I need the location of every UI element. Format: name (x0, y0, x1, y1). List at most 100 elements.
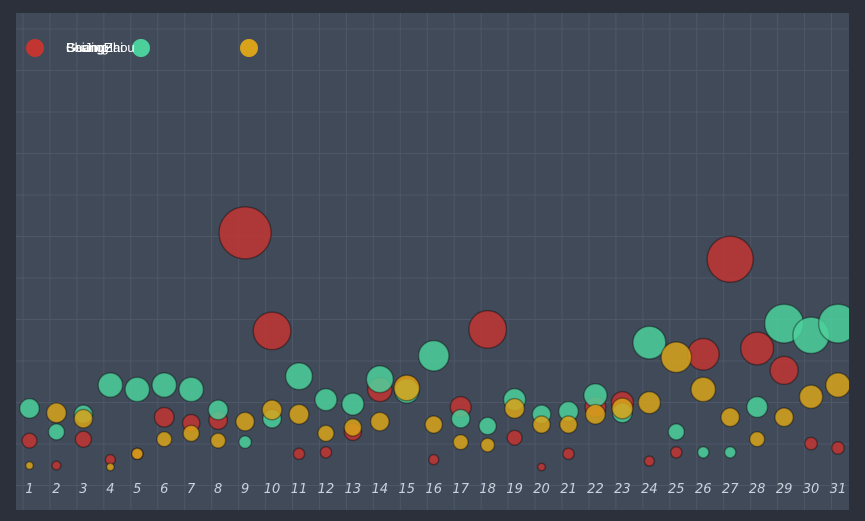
bubble-guangzhou[interactable] (45, 402, 68, 424)
bubble-shanghai[interactable] (341, 392, 365, 416)
bubble-shanghai[interactable] (18, 397, 41, 420)
bubble-guangzhou[interactable] (611, 397, 634, 420)
bubble-beijing[interactable] (292, 447, 306, 461)
bubble-shanghai[interactable] (284, 362, 314, 391)
bubble-beijing[interactable] (468, 309, 508, 349)
bubble-beijing[interactable] (740, 331, 775, 366)
x-tick-label: 13 (345, 482, 362, 497)
legend: BeiJingShangHaiGuangZhou (26, 39, 258, 57)
bubble-beijing[interactable] (562, 447, 575, 461)
bubble-shanghai[interactable] (417, 339, 450, 372)
x-tick-label: 26 (695, 482, 712, 497)
bubble-shanghai[interactable] (450, 408, 471, 429)
bubble-guangzhou[interactable] (235, 411, 256, 432)
x-tick-label: 20 (533, 482, 550, 497)
legend-marker-guangzhou (240, 39, 258, 57)
bubble-guangzhou[interactable] (825, 372, 849, 398)
x-tick-label: 5 (133, 482, 141, 497)
bubble-shanghai[interactable] (207, 399, 229, 421)
bubble-beijing[interactable] (51, 460, 62, 471)
bubble-beijing[interactable] (537, 462, 547, 472)
bubble-shanghai[interactable] (746, 395, 769, 419)
bubble-guangzhou[interactable] (452, 433, 469, 451)
bubble-beijing[interactable] (804, 436, 818, 451)
bubble-shanghai[interactable] (97, 372, 124, 399)
bubble-guangzhou[interactable] (210, 432, 227, 449)
bubble-guangzhou[interactable] (584, 403, 607, 425)
bubble-guangzhou[interactable] (559, 415, 578, 434)
bubble-beijing[interactable] (74, 430, 93, 448)
bubble-chart: 1 2 3 4 5 6 7 8 9 10 11 12 13 14 15 16 17 18 19 20 21 22 23 24 2… (16, 13, 849, 510)
bubble-guangzhou[interactable] (424, 415, 444, 434)
x-tick-label: 12 (318, 482, 335, 497)
bubble-guangzhou[interactable] (532, 415, 551, 434)
bubble-beijing[interactable] (686, 337, 720, 371)
x-tick-label: 19 (506, 482, 523, 497)
bubble-beijing[interactable] (153, 406, 175, 428)
x-tick-label: 4 (106, 482, 114, 497)
x-tick-label: 29 (776, 482, 793, 497)
bubble-guangzhou[interactable] (343, 418, 363, 437)
bubble-guangzhou[interactable] (480, 437, 496, 453)
x-tick-label: 3 (79, 482, 87, 497)
bubble-guangzhou[interactable] (369, 411, 390, 432)
bubble-guangzhou[interactable] (317, 424, 335, 443)
bubble-shanghai[interactable] (47, 423, 66, 441)
bubble-guangzhou[interactable] (24, 460, 35, 471)
bubble-shanghai[interactable] (723, 446, 737, 459)
bubble-beijing[interactable] (506, 429, 523, 446)
x-tick-label: 17 (452, 482, 469, 497)
bubble-shanghai[interactable] (478, 416, 497, 436)
bubble-beijing[interactable] (706, 235, 754, 283)
x-tick-label: 31 (830, 482, 847, 497)
bubble-guangzhou[interactable] (105, 462, 115, 472)
bubble-guangzhou[interactable] (690, 376, 717, 403)
bubble-beijing[interactable] (831, 441, 845, 455)
legend-item-guangzhou[interactable]: GuangZhou (66, 39, 258, 57)
bubble-guangzhou[interactable] (261, 399, 283, 421)
x-tick-label: 23 (614, 482, 631, 497)
bubble-guangzhou[interactable] (749, 431, 766, 448)
x-tick-label: 27 (722, 482, 739, 497)
bubble-shanghai[interactable] (178, 376, 205, 403)
bubble-beijing[interactable] (643, 455, 656, 467)
bubble-guangzhou[interactable] (504, 397, 526, 420)
bubble-guangzhou[interactable] (660, 341, 693, 374)
x-axis-labels: 1 2 3 4 5 6 7 8 9 10 11 12 13 14 15 16 17 18 19 20 21 22 23 24 2… (25, 482, 846, 497)
bubble-beijing[interactable] (21, 432, 38, 449)
x-tick-label: 21 (560, 482, 577, 497)
bubble-guangzhou[interactable] (182, 424, 200, 443)
x-tick-label: 18 (479, 482, 496, 497)
bubble-guangzhou[interactable] (288, 403, 310, 425)
x-tick-label: 14 (372, 482, 389, 497)
bubble-guangzhou[interactable] (637, 390, 662, 415)
bubble-beijing[interactable] (769, 355, 799, 386)
bubble-guangzhou[interactable] (720, 407, 741, 428)
bubble-guangzhou[interactable] (774, 407, 795, 428)
x-tick-label: 9 (241, 482, 249, 497)
bubble-shanghai[interactable] (817, 303, 849, 344)
x-tick-label: 11 (291, 482, 308, 497)
bubble-shanghai[interactable] (365, 365, 395, 394)
bubble-guangzhou[interactable] (393, 374, 421, 402)
bubble-guangzhou[interactable] (130, 447, 144, 461)
bubble-beijing[interactable] (319, 446, 333, 459)
bubble-guangzhou[interactable] (73, 408, 94, 429)
bubble-shanghai[interactable] (696, 446, 710, 459)
bubble-shanghai[interactable] (583, 382, 608, 408)
bubble-shanghai[interactable] (667, 423, 686, 441)
x-tick-label: 7 (187, 482, 196, 497)
bubbles (18, 206, 849, 472)
bubble-shanghai[interactable] (151, 372, 178, 399)
bubble-guangzhou[interactable] (156, 431, 173, 448)
bubble-guangzhou[interactable] (798, 384, 824, 410)
bubble-beijing[interactable] (428, 453, 440, 466)
x-tick-label: 25 (668, 482, 685, 497)
x-tick-label: 10 (264, 482, 281, 497)
bubble-shanghai[interactable] (238, 435, 253, 450)
bubble-shanghai[interactable] (314, 387, 338, 412)
bubble-beijing[interactable] (218, 206, 272, 260)
bubble-beijing[interactable] (252, 311, 292, 351)
bubble-shanghai[interactable] (124, 376, 151, 403)
bubble-beijing[interactable] (669, 446, 683, 459)
